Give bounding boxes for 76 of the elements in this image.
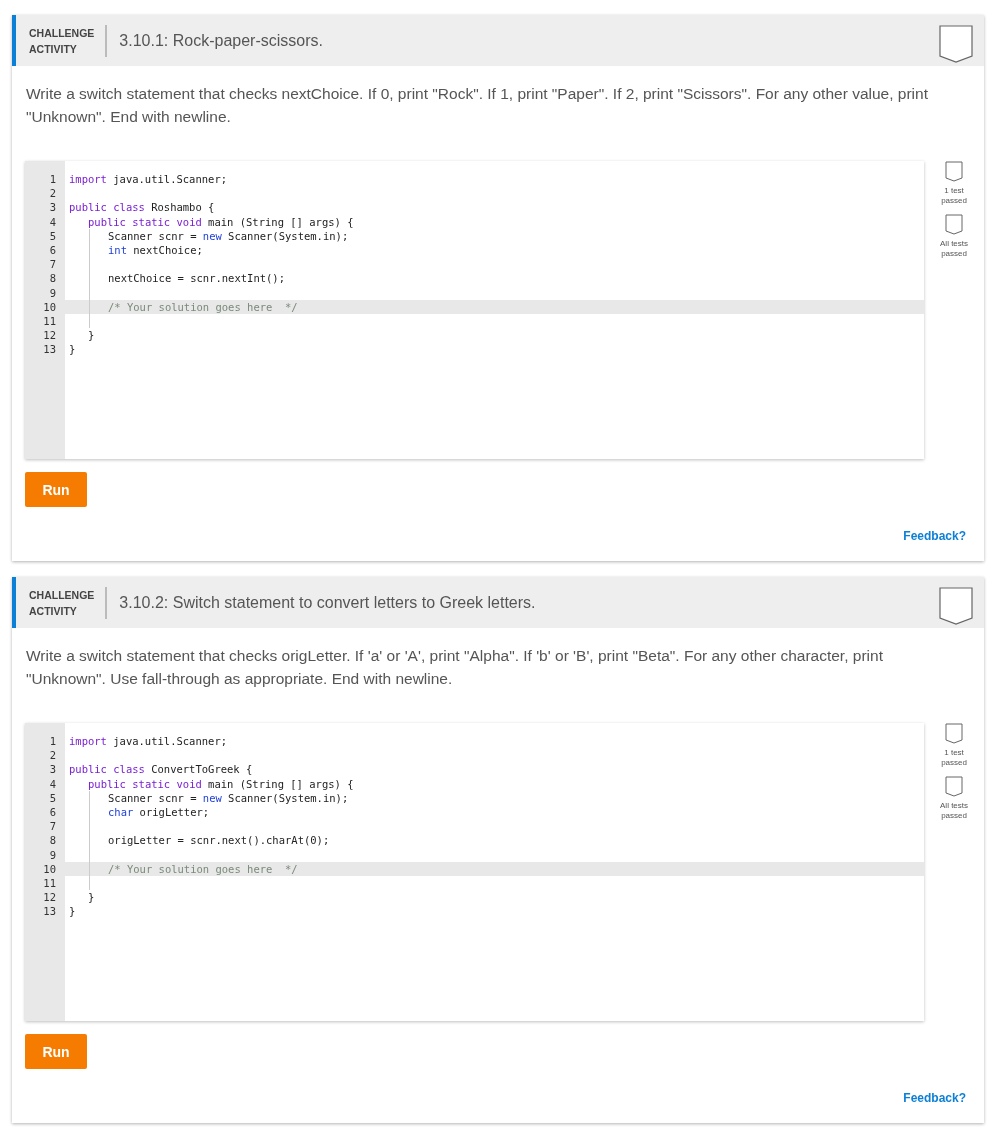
code-token: java.util.Scanner;: [112, 173, 228, 185]
code-token: nextChoice;: [132, 243, 203, 256]
code-token: public static void: [88, 215, 202, 228]
line-number: 8: [48, 833, 57, 848]
code-token: import: [69, 735, 107, 747]
code-token: main (String [] args) {: [207, 777, 354, 790]
line-number: 2: [48, 186, 57, 201]
line-number: 1: [48, 734, 57, 749]
line-number: 5: [48, 228, 57, 243]
test-label: 1 test: [944, 186, 964, 196]
feedback-link[interactable]: Feedback?: [903, 1091, 966, 1105]
line-number: 4: [48, 214, 57, 229]
code-token: public class: [69, 201, 145, 214]
activity-title: 3.10.1: Rock-paper-scissors.: [118, 31, 324, 50]
line-number: 1: [48, 172, 57, 187]
activity-label: CHALLENGE: [29, 25, 95, 41]
instructions-text: Write a switch statement that checks nextChoice. If 0, print "Rock". If 1, print "Paper". If 2, print "Scissors". For any other value, print "Unknown". End with newline.: [26, 84, 929, 127]
test-label: 1 test: [944, 748, 964, 758]
activity-label: ACTIVITY: [29, 41, 78, 57]
activity-label: ACTIVITY: [29, 603, 78, 619]
code-token: }: [69, 343, 76, 356]
line-number: 10: [42, 861, 57, 876]
code-token: }: [88, 329, 95, 342]
line-number: 7: [48, 257, 57, 272]
code-token: Scanner scnr =: [108, 791, 198, 804]
code-token: /* Your solution goes here */: [108, 300, 298, 313]
line-number: 12: [42, 890, 57, 905]
test-label: passed: [941, 811, 967, 821]
code-token: origLetter = scnr.next().charAt(0);: [108, 834, 330, 847]
line-number: 2: [48, 748, 57, 763]
code-token: origLetter;: [138, 805, 210, 818]
line-number: 3: [48, 200, 57, 215]
line-number: 13: [42, 904, 57, 919]
line-number: 11: [42, 875, 57, 891]
test-label: All tests: [940, 801, 969, 811]
feedback-link[interactable]: Feedback?: [903, 529, 966, 543]
line-number: 11: [42, 313, 57, 329]
test-label: passed: [941, 758, 967, 768]
code-token: char: [108, 805, 134, 818]
line-number: 6: [48, 242, 57, 258]
line-number: 10: [42, 299, 57, 314]
code-token: new: [202, 229, 222, 242]
code-token: main (String [] args) {: [207, 215, 354, 228]
code-token: public static void: [88, 777, 202, 790]
run-button[interactable]: Run: [25, 1034, 87, 1069]
activity-label: CHALLENGE: [29, 587, 95, 603]
line-number: 13: [42, 342, 57, 357]
code-token: }: [69, 905, 76, 918]
code-token: new: [202, 791, 222, 804]
code-token: import: [69, 173, 107, 185]
line-number: 8: [48, 271, 57, 286]
line-number: 3: [48, 762, 57, 777]
run-button[interactable]: Run: [25, 472, 87, 507]
code-token: int: [108, 243, 127, 256]
line-number: 5: [48, 790, 57, 805]
code-token: nextChoice = scnr.nextInt();: [108, 272, 285, 285]
line-number: 7: [48, 819, 57, 834]
code-token: Scanner(System.in);: [227, 791, 349, 804]
code-token: Roshambo {: [150, 201, 215, 214]
code-token: Scanner(System.in);: [227, 229, 349, 242]
code-token: Scanner scnr =: [108, 229, 198, 242]
line-number: 4: [48, 776, 57, 791]
line-number: 12: [42, 328, 57, 343]
code-token: /* Your solution goes here */: [108, 862, 298, 875]
activity-title: 3.10.2: Switch statement to convert letters to Greek letters.: [118, 593, 537, 612]
instructions-text: Write a switch statement that checks origLetter. If 'a' or 'A', print "Alpha". If 'b' or 'B', print "Beta". For any other character, print "Unknown". Use fall-through as appropriate. End with newline.: [26, 646, 884, 689]
test-label: All tests: [940, 239, 969, 249]
code-token: }: [88, 891, 95, 904]
code-token: ConvertToGreek {: [150, 763, 253, 776]
code-token: java.util.Scanner;: [112, 735, 228, 747]
test-label: passed: [941, 249, 967, 259]
line-number: 6: [48, 804, 57, 820]
test-label: passed: [941, 196, 967, 206]
line-number: 9: [48, 285, 57, 300]
code-token: public class: [69, 763, 145, 776]
line-number: 9: [48, 847, 57, 862]
